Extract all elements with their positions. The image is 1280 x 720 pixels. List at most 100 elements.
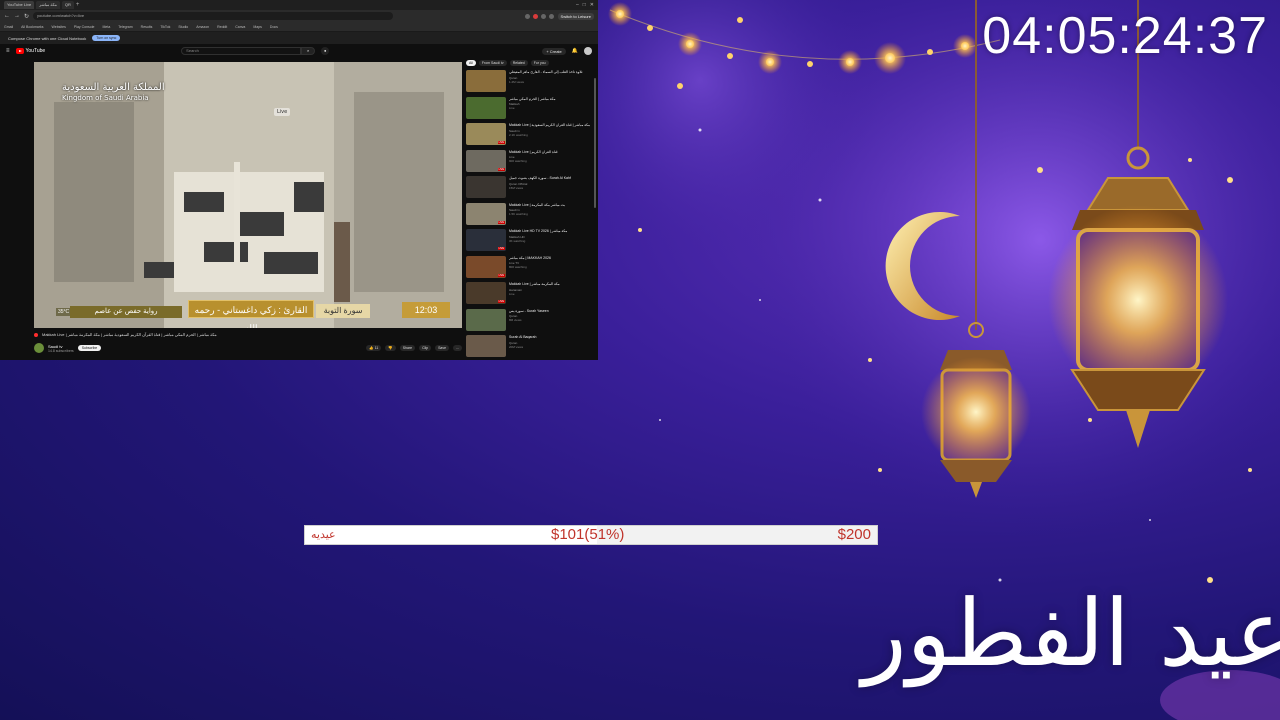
eid-title: عيد الفطور xyxy=(862,580,1280,687)
recommendation-title[interactable]: Surah Al Baqarah xyxy=(509,335,596,340)
forward-icon[interactable]: → xyxy=(14,13,20,19)
bookmark-item[interactable]: Studio xyxy=(178,25,188,29)
chip-all[interactable]: All xyxy=(466,60,476,66)
recommendation-item[interactable]: LIVE Makkah Live | بث مباشر مكة المكرمة Sa… xyxy=(466,202,596,230)
microphone-icon[interactable]: ● xyxy=(321,47,330,55)
bookmark-item[interactable]: Telegram xyxy=(118,25,132,29)
tab-qr[interactable]: QR xyxy=(61,1,74,9)
video-thumbnail[interactable]: LIVE xyxy=(466,202,506,225)
video-thumbnail[interactable] xyxy=(466,176,506,198)
riwaya-label: رواية حفص عن عاصم xyxy=(70,306,182,318)
video-thumbnail[interactable]: LIVE xyxy=(466,255,506,278)
video-thumbnail[interactable] xyxy=(466,335,506,357)
recommendation-title[interactable]: Makkah Live | قناة القرآن الكريم xyxy=(509,150,596,155)
dislike-button[interactable]: 👎 xyxy=(385,345,396,351)
menu-icon[interactable]: ≡ xyxy=(6,48,10,54)
chip-for-you[interactable]: For you xyxy=(530,60,549,66)
recommendation-stats: 800 watching xyxy=(509,265,527,269)
save-button[interactable]: Save xyxy=(435,345,450,351)
video-thumbnail[interactable]: LIVE xyxy=(466,123,506,145)
youtube-logo[interactable]: YouTube xyxy=(15,48,45,54)
chip-related[interactable]: Related xyxy=(509,60,528,66)
bookmark-item[interactable]: Reddit xyxy=(217,25,227,29)
close-icon[interactable]: ✕ xyxy=(590,2,594,8)
recommendation-item[interactable]: مكة مباشر | الحرم المكي مباشر Makkah Live xyxy=(466,96,596,124)
reload-icon[interactable]: ↻ xyxy=(24,13,29,20)
recommendation-title[interactable]: سورة يس - Surah Yaseen xyxy=(509,309,596,314)
recommendation-title[interactable]: Makkah Live | بث مباشر مكة المكرمة xyxy=(509,203,596,208)
chip-from-channel[interactable]: From Saudi tv xyxy=(478,60,507,66)
scrollbar[interactable] xyxy=(594,78,596,208)
recommendation-item[interactable]: Surah Al Baqarah Quran 20M views xyxy=(466,335,596,360)
extension-icon[interactable] xyxy=(548,13,554,19)
more-button[interactable]: ... xyxy=(453,345,462,351)
live-tag: LIVE xyxy=(497,247,505,250)
bookmark-item[interactable]: Maps xyxy=(253,25,262,29)
bell-icon[interactable]: 🔔 xyxy=(572,48,578,54)
recommendation-title[interactable]: Makkah Live | مكة مباشر | قناة القرآن ال… xyxy=(509,123,596,128)
recommendation-item[interactable]: LIVE Makkah Live | مكة مباشر | قناة القرآ… xyxy=(466,123,596,150)
recommendation-meta: تلاوة تأخذ القلب إلى السماء - القارئ ماه… xyxy=(509,70,596,97)
channel-watermark-ar: المملكة العربية السعودية xyxy=(62,82,165,93)
recommendation-stats: Live xyxy=(509,106,515,110)
search-input[interactable]: Search xyxy=(181,47,302,55)
video-player[interactable]: المملكة العربية السعودية Kingdom of Saud… xyxy=(34,62,462,328)
recommendation-title[interactable]: Makkah Live | مكة المكرمة مباشر xyxy=(509,282,596,287)
bookmark-item[interactable]: Websites xyxy=(52,25,66,29)
extension-icon[interactable] xyxy=(540,13,546,19)
recommendation-title[interactable]: سورة الكهف بصوت جميل - Surah Al Kahf xyxy=(509,176,596,181)
recommendation-item[interactable]: LIVE Makkah Live | مكة المكرمة مباشر Haram… xyxy=(466,282,596,309)
minimize-icon[interactable]: – xyxy=(576,2,579,8)
live-badge: Live xyxy=(274,108,291,116)
bookmark-item[interactable]: Canva xyxy=(235,25,245,29)
record-extension-icon[interactable] xyxy=(532,13,538,19)
clip-button[interactable]: Clip xyxy=(419,345,432,351)
recommendation-item[interactable]: LIVE Makkah Live HD TV 2026 | مكة مباشر Ma… xyxy=(466,229,596,256)
channel-avatar[interactable] xyxy=(34,343,44,353)
clock-label: 12:03 xyxy=(402,302,450,318)
url-input[interactable]: youtube.com/watch?v=live xyxy=(33,12,394,20)
create-button[interactable]: + Create xyxy=(542,47,566,55)
recommendation-meta: Makkah Live | مكة مباشر | قناة القرآن ال… xyxy=(509,123,596,150)
recommendation-title[interactable]: مكة مباشر | MAKKAH 2026 xyxy=(509,256,596,261)
recommendation-meta: سورة يس - Surah Yaseen Quran 8M views xyxy=(509,309,596,336)
profile-switch-button[interactable]: Switch to Leisure xyxy=(557,12,594,20)
video-thumbnail[interactable] xyxy=(466,70,506,92)
bookmark-item[interactable]: Play Console xyxy=(74,25,95,29)
recommendation-item[interactable]: LIVE مكة مباشر | MAKKAH 2026 Live TV 800 wa… xyxy=(466,255,596,283)
recommendation-title[interactable]: مكة مباشر | الحرم المكي مباشر xyxy=(509,97,596,102)
bookmark-item[interactable]: Docs xyxy=(270,25,278,29)
like-button[interactable]: 👍 11 xyxy=(366,345,382,351)
video-thumbnail[interactable]: LIVE xyxy=(466,229,506,251)
bookmark-item[interactable]: Results xyxy=(141,25,153,29)
video-thumbnail[interactable]: LIVE xyxy=(466,282,506,304)
video-thumbnail[interactable] xyxy=(466,96,506,119)
video-thumbnail[interactable]: LIVE xyxy=(466,149,506,172)
bookmark-item[interactable]: Meta xyxy=(102,25,110,29)
tab-makkah[interactable]: مكة مباشر xyxy=(36,1,60,9)
recommendation-title[interactable]: Makkah Live HD TV 2026 | مكة مباشر xyxy=(509,229,596,234)
infobar-button[interactable]: Turn on sync xyxy=(92,35,121,41)
recommendation-item[interactable]: LIVE Makkah Live | قناة القرآن الكريم Live… xyxy=(466,149,596,177)
recommendation-item[interactable]: سورة يس - Surah Yaseen Quran 8M views xyxy=(466,308,596,336)
recommendation-stats: 1.5K watching xyxy=(509,212,528,216)
maximize-icon[interactable]: □ xyxy=(583,2,586,8)
bookmark-item[interactable]: Gmail xyxy=(4,25,13,29)
recommendation-item[interactable]: تلاوة تأخذ القلب إلى السماء - القارئ ماه… xyxy=(466,70,596,97)
bookmark-item[interactable]: All Bookmarks xyxy=(21,25,43,29)
channel-watermark-en: Kingdom of Saudi Arabia xyxy=(62,94,149,102)
subscribe-button[interactable]: Subscribe xyxy=(77,345,102,351)
bookmark-item[interactable]: TikTok xyxy=(160,25,170,29)
recommendation-title[interactable]: تلاوة تأخذ القلب إلى السماء - القارئ ماه… xyxy=(509,70,596,75)
bookmark-item[interactable]: Amazon xyxy=(196,25,209,29)
new-tab-icon[interactable]: + xyxy=(76,1,80,9)
video-thumbnail[interactable] xyxy=(466,308,506,331)
recommendation-item[interactable]: سورة الكهف بصوت جميل - Surah Al Kahf Qura… xyxy=(466,176,596,203)
recommendation-meta: Makkah Live HD TV 2026 | مكة مباشر Makkah… xyxy=(509,229,596,256)
share-button[interactable]: Share xyxy=(399,345,416,351)
tab-youtube[interactable]: YouTube Live xyxy=(4,1,35,9)
search-icon[interactable]: ⌕ xyxy=(301,47,316,55)
avatar[interactable] xyxy=(584,47,592,55)
extension-icon[interactable] xyxy=(524,13,530,19)
back-icon[interactable]: ← xyxy=(4,13,10,19)
